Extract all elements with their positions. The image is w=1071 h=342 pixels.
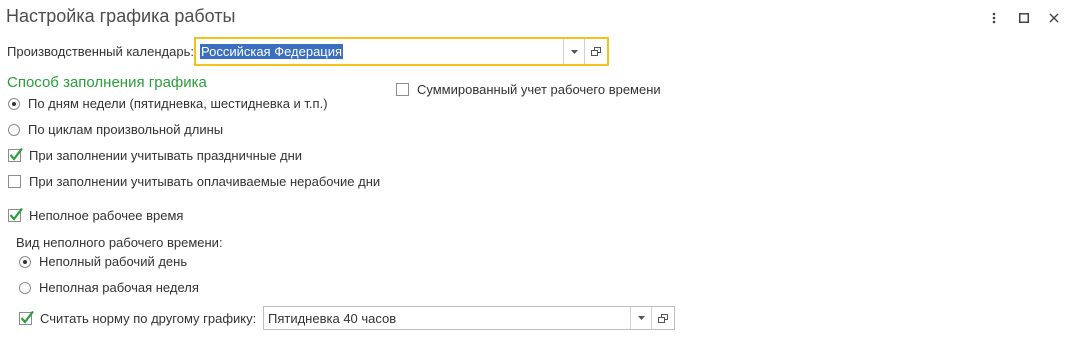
checkbox-checked[interactable] [19, 310, 34, 325]
checkbox-unchecked[interactable] [8, 175, 21, 188]
calendar-input[interactable]: Российская Федерация [196, 39, 563, 64]
consider-holidays-label: При заполнении учитывать праздничные дни [29, 148, 303, 163]
calendar-field[interactable]: Российская Федерация [194, 37, 609, 66]
part-time-option-day[interactable]: Неполный рабочий день [19, 254, 187, 269]
calendar-label: Производственный календарь: [7, 44, 194, 59]
fill-method-option-cycles[interactable]: По циклам произвольной длины [8, 122, 223, 137]
checkbox-checked[interactable] [8, 147, 23, 162]
calendar-open-button[interactable] [584, 39, 607, 64]
more-vertical-icon[interactable] [984, 8, 1004, 28]
radio-unselected[interactable] [8, 123, 20, 136]
checkmark-icon [20, 310, 34, 324]
consider-holidays-checkbox[interactable]: При заполнении учитывать праздничные дни [8, 147, 303, 163]
part-time-option-label: Неполная рабочая неделя [39, 280, 199, 295]
part-time-label: Неполное рабочее время [29, 208, 184, 223]
part-time-checkbox[interactable]: Неполное рабочее время [8, 207, 184, 223]
open-icon [591, 47, 601, 56]
part-time-option-label: Неполный рабочий день [39, 254, 188, 269]
chevron-down-icon [637, 316, 645, 320]
fill-method-heading: Способ заполнения графика [7, 74, 207, 91]
calendar-value: Российская Федерация [200, 44, 344, 59]
consider-paid-nonworking-label: При заполнении учитывать оплачиваемые не… [29, 174, 381, 189]
radio-unselected[interactable] [19, 281, 31, 294]
norm-schedule-input[interactable]: Пятидневка 40 часов [264, 307, 630, 329]
fill-method-option-weekdays[interactable]: По дням недели (пятидневка, шестидневка … [8, 96, 328, 111]
maximize-icon[interactable] [1014, 8, 1034, 28]
checkbox-unchecked[interactable] [396, 83, 409, 96]
summary-accounting-checkbox[interactable]: Суммированный учет рабочего времени [396, 82, 661, 97]
fill-method-option-label: По дням недели (пятидневка, шестидневка … [28, 96, 328, 111]
consider-paid-nonworking-checkbox[interactable]: При заполнении учитывать оплачиваемые не… [8, 174, 380, 189]
window-title: Настройка графика работы [6, 6, 236, 26]
norm-schedule-field[interactable]: Пятидневка 40 часов [263, 306, 675, 330]
chevron-down-icon [570, 49, 578, 54]
norm-schedule-open-button[interactable] [651, 307, 674, 329]
part-time-type-label: Вид неполного рабочего времени: [16, 235, 223, 250]
checkmark-icon [9, 207, 23, 221]
open-icon [658, 313, 668, 323]
radio-selected[interactable] [8, 97, 20, 110]
norm-schedule-dropdown-button[interactable] [630, 307, 651, 329]
fill-method-option-label: По циклам произвольной длины [28, 122, 224, 137]
norm-other-schedule-label: Считать норму по другому графику: [40, 311, 257, 326]
part-time-option-week[interactable]: Неполная рабочая неделя [19, 280, 199, 295]
radio-selected[interactable] [19, 255, 31, 268]
close-icon[interactable] [1044, 8, 1064, 28]
calendar-dropdown-button[interactable] [563, 39, 584, 64]
checkbox-checked[interactable] [8, 207, 23, 222]
norm-other-schedule-checkbox[interactable]: Считать норму по другому графику: [19, 310, 257, 326]
summary-accounting-label: Суммированный учет рабочего времени [417, 82, 661, 97]
checkmark-icon [9, 147, 23, 161]
